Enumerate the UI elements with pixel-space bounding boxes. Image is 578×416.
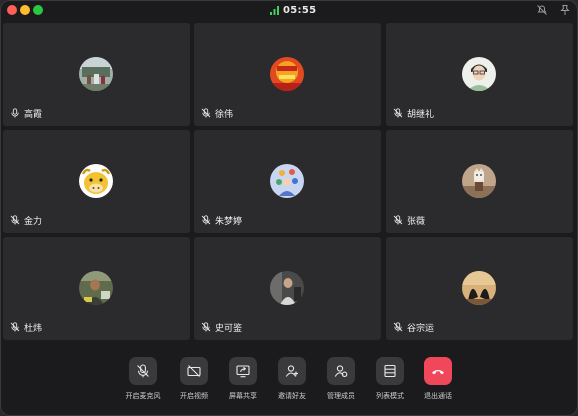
- call-controls: 开启麦克风 开启视频 屏幕共享 邀请好友 管理成员 列表模式 退出通话: [0, 345, 578, 416]
- microphone-muted-icon: [393, 215, 403, 225]
- microphone-on-icon: [11, 108, 19, 118]
- participant-name: 胡继礼: [407, 109, 435, 120]
- participant-tile[interactable]: 高霞: [3, 23, 190, 126]
- microphone-muted-icon: [137, 364, 149, 378]
- manage-members-button[interactable]: 管理成员: [316, 357, 366, 401]
- screen-share-label: 屏幕共享: [229, 392, 257, 400]
- participant-tile[interactable]: 朱梦婷: [194, 130, 381, 233]
- screen-share-button[interactable]: 屏幕共享: [218, 357, 268, 401]
- participant-tile[interactable]: 杜炜: [3, 237, 190, 340]
- mute-notifications-icon[interactable]: [536, 4, 548, 16]
- participant-tile[interactable]: 张薇: [386, 130, 573, 233]
- manage-members-label: 管理成员: [327, 392, 355, 400]
- avatar: [270, 164, 304, 198]
- microphone-muted-icon: [10, 215, 20, 225]
- participant-tile[interactable]: 史可鉴: [194, 237, 381, 340]
- participant-name: 谷宗运: [407, 323, 435, 334]
- participant-name: 金力: [24, 216, 43, 227]
- microphone-muted-icon: [201, 108, 211, 118]
- call-timer: 05:55: [270, 4, 316, 17]
- avatar: [79, 57, 113, 91]
- participant-name: 杜炜: [24, 323, 43, 334]
- toggle-mic-label: 开启麦克风: [125, 392, 161, 400]
- title-bar: 05:55: [0, 0, 578, 20]
- microphone-muted-icon: [393, 108, 403, 118]
- leave-call-button[interactable]: 退出通话: [413, 357, 463, 401]
- microphone-muted-icon: [393, 322, 403, 332]
- minimize-window-button[interactable]: [20, 5, 30, 15]
- avatar: [270, 57, 304, 91]
- leave-call-label: 退出通话: [424, 392, 452, 400]
- add-user-icon: [285, 365, 298, 377]
- signal-strength-icon: [270, 6, 279, 15]
- participant-tile[interactable]: 胡继礼: [386, 23, 573, 126]
- participant-name: 朱梦婷: [215, 216, 243, 227]
- avatar: [462, 164, 496, 198]
- invite-friends-label: 邀请好友: [278, 392, 306, 400]
- invite-friends-button[interactable]: 邀请好友: [267, 357, 317, 401]
- list-layout-icon: [384, 364, 396, 378]
- avatar: [270, 271, 304, 305]
- avatar: [462, 271, 496, 305]
- participant-name: 高霞: [24, 109, 43, 120]
- microphone-muted-icon: [10, 322, 20, 332]
- toggle-video-button[interactable]: 开启视频: [169, 357, 219, 401]
- hang-up-icon: [432, 370, 444, 375]
- call-duration: 05:55: [283, 5, 317, 16]
- avatar: [462, 57, 496, 91]
- participant-name: 史可鉴: [215, 323, 243, 334]
- participant-name: 徐伟: [215, 109, 234, 120]
- call-window: 05:55 高霞 徐伟 胡继礼 金力 朱梦婷 张薇 杜炜 史可鉴 谷宗运 开启麦…: [0, 0, 578, 416]
- close-window-button[interactable]: [7, 5, 17, 15]
- camera-off-icon: [187, 365, 201, 377]
- manage-members-icon: [334, 365, 348, 378]
- participant-name: 张薇: [407, 216, 426, 227]
- pin-window-icon[interactable]: [559, 4, 571, 16]
- list-mode-label: 列表模式: [376, 392, 404, 400]
- microphone-muted-icon: [201, 215, 211, 225]
- avatar: [79, 271, 113, 305]
- participant-tile[interactable]: 谷宗运: [386, 237, 573, 340]
- screen-share-icon: [236, 365, 250, 378]
- microphone-muted-icon: [201, 322, 211, 332]
- list-mode-button[interactable]: 列表模式: [365, 357, 415, 401]
- participant-tile[interactable]: 金力: [3, 130, 190, 233]
- avatar: [79, 164, 113, 198]
- participant-tile[interactable]: 徐伟: [194, 23, 381, 126]
- toggle-video-label: 开启视频: [180, 392, 208, 400]
- zoom-window-button[interactable]: [33, 5, 43, 15]
- toggle-mic-button[interactable]: 开启麦克风: [118, 357, 168, 401]
